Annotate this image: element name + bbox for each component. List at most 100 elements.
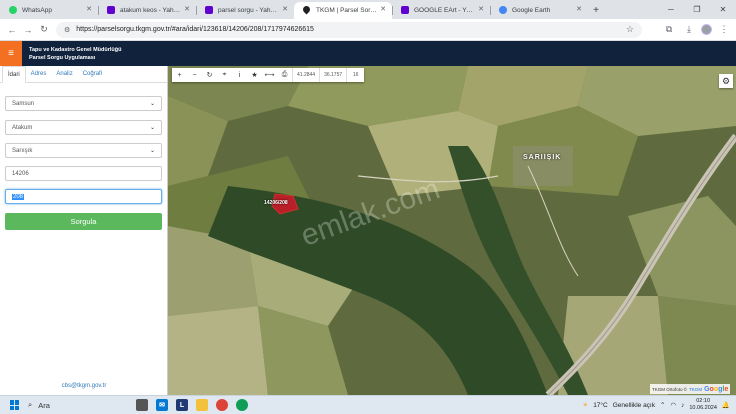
map-pin-icon [301, 4, 312, 15]
locate-icon[interactable]: ⌖ [217, 71, 232, 79]
place-label: SARIIŞIK [523, 154, 562, 161]
satellite-map[interactable]: emlak.com 14206/208 SARIIŞIK [168, 66, 736, 395]
chrome-icon[interactable] [216, 399, 228, 411]
map-imagery [168, 66, 736, 395]
ilce-select[interactable]: Atakum ⌄ [5, 120, 162, 135]
query-tabs: İdari Adres Analiz Coğrafi [0, 66, 167, 83]
wifi-icon[interactable]: ◠ [670, 401, 676, 409]
tab-label: atakum keos - Yahoo Türkiye [120, 7, 182, 14]
window-controls: ─ ❐ ✕ [658, 0, 736, 19]
browser-tab-google-earth[interactable]: Google Earth ✕ [490, 2, 588, 19]
attribution-text: TKGM Ortofoto © [652, 386, 688, 392]
ada-value: 14206 [12, 170, 29, 177]
sorgula-button[interactable]: Sorgula [5, 213, 162, 230]
browser-tab-yahoo-parsel[interactable]: parsel sorgu - Yahoo Türkiye ✕ [196, 2, 294, 19]
app-title-line1: Tapu ve Kadastro Genel Müdürlüğü [29, 46, 122, 53]
reload-icon[interactable]: ↻ [36, 22, 52, 38]
profile-avatar[interactable] [701, 24, 712, 35]
app-title-line2: Parsel Sorgu Uygulaması [29, 54, 96, 61]
app-l-icon[interactable]: L [176, 399, 188, 411]
extensions-icon[interactable]: ⧉ [661, 22, 677, 38]
temperature[interactable]: 17°C [593, 402, 608, 409]
maximize-icon[interactable]: ❐ [684, 0, 710, 19]
minimize-icon[interactable]: ─ [658, 0, 684, 19]
system-tray: ☀ 17°C Genellikle açık ⌃ ◠ ♪ 02:10 10.06… [582, 398, 736, 412]
close-icon[interactable]: ✕ [478, 5, 484, 13]
clock[interactable]: 02:10 10.06.2024 [689, 398, 717, 412]
address-bar[interactable]: ⚙ https://parselsorgu.tkgm.gov.tr/#ara/i… [56, 21, 642, 38]
parsel-value: 208 [12, 193, 25, 200]
app-header: ≡ Tapu ve Kadastro Genel Müdürlüğü Parse… [0, 41, 736, 66]
browser-tab-yahoo-atakum[interactable]: atakum keos - Yahoo Türkiye ✕ [98, 2, 196, 19]
chevron-up-icon[interactable]: ⌃ [660, 401, 665, 409]
google-logo: Google [704, 385, 729, 393]
tab-analiz[interactable]: Analiz [51, 66, 77, 82]
tab-adres[interactable]: Adres [26, 66, 52, 82]
browser-tab-strip: WhatsApp ✕ atakum keos - Yahoo Türkiye ✕… [0, 0, 736, 19]
map-attribution: TKGM Ortofoto © TKGM Google [650, 384, 731, 394]
contact-email-link[interactable]: cbs@tkgm.gov.tr [0, 383, 168, 389]
task-view-icon[interactable] [136, 399, 148, 411]
info-icon[interactable]: i [232, 72, 247, 79]
map-settings-gear-icon[interactable]: ⚙ [719, 74, 733, 88]
map-toolbar: + − ↻ ⌖ i ★ ⟷ ⎙ 41.2844 36.1757 16 [172, 68, 365, 82]
tab-label: TKGM | Parsel Sorgu Uygulaması [316, 7, 378, 14]
taskbar-search[interactable]: ⌕ Ara [28, 398, 128, 412]
browser-tab-tkgm[interactable]: TKGM | Parsel Sorgu Uygulaması ✕ [294, 2, 392, 19]
tab-label: GOOGLE EArt - Yahoo Türkiye [414, 7, 476, 14]
mail-icon[interactable]: ✉ [156, 399, 168, 411]
yahoo-icon [205, 6, 213, 14]
site-info-icon[interactable]: ⚙ [64, 26, 70, 34]
refresh-icon[interactable]: ↻ [202, 71, 217, 79]
date: 10.06.2024 [689, 405, 717, 411]
whatsapp-icon [9, 6, 17, 14]
tab-label: Google Earth [512, 7, 551, 14]
hamburger-menu-icon[interactable]: ≡ [0, 41, 22, 66]
search-label: Ara [38, 400, 50, 410]
notification-bell-icon[interactable]: 🔔 [722, 401, 730, 409]
tab-idari[interactable]: İdari [2, 66, 26, 83]
ada-input[interactable]: 14206 [5, 166, 162, 181]
volume-icon[interactable]: ♪ [681, 402, 684, 409]
search-icon: ⌕ [28, 400, 33, 409]
browser-toolbar: ← → ↻ ⚙ https://parselsorgu.tkgm.gov.tr/… [0, 19, 736, 41]
windows-taskbar: ⌕ Ara ✉ L ☀ 17°C Genellikle açık ⌃ ◠ ♪ 0… [0, 395, 736, 414]
tab-label: WhatsApp [22, 7, 52, 14]
yahoo-icon [107, 6, 115, 14]
tab-cografi[interactable]: Coğrafi [78, 66, 107, 82]
url-text: https://parselsorgu.tkgm.gov.tr/#ara/ida… [76, 26, 314, 33]
download-icon[interactable]: ⤓ [681, 22, 697, 38]
close-icon[interactable]: ✕ [380, 5, 386, 13]
zoom-out-icon[interactable]: − [187, 72, 202, 79]
file-explorer-icon[interactable] [196, 399, 208, 411]
il-select[interactable]: Samsun ⌄ [5, 96, 162, 111]
new-tab-button[interactable]: + [588, 2, 604, 19]
back-arrow-icon[interactable]: ← [4, 22, 20, 38]
windows-start-icon[interactable] [10, 400, 20, 410]
forward-arrow-icon[interactable]: → [20, 22, 36, 38]
close-icon[interactable]: ✕ [184, 5, 190, 13]
favorite-star-icon[interactable]: ★ [247, 71, 262, 79]
browser-tab-yahoo-earth[interactable]: GOOGLE EArt - Yahoo Türkiye ✕ [392, 2, 490, 19]
il-value: Samsun [12, 100, 35, 107]
parsel-input[interactable]: 208 [5, 189, 162, 204]
tab-label: parsel sorgu - Yahoo Türkiye [218, 7, 280, 14]
close-icon[interactable]: ✕ [576, 5, 582, 13]
attribution-brand: TKGM [689, 386, 703, 392]
print-icon[interactable]: ⎙ [277, 71, 292, 79]
chevron-down-icon: ⌄ [149, 148, 155, 154]
close-window-icon[interactable]: ✕ [710, 0, 736, 19]
edge-icon[interactable] [236, 399, 248, 411]
measure-icon[interactable]: ⟷ [262, 71, 277, 79]
zoom-in-icon[interactable]: + [172, 72, 187, 79]
weather-text[interactable]: Genellikle açık [613, 402, 655, 409]
close-icon[interactable]: ✕ [86, 5, 92, 13]
bookmark-star-icon[interactable]: ☆ [626, 24, 634, 35]
menu-kebab-icon[interactable]: ⋮ [716, 22, 732, 38]
mahalle-value: Sarıışık [12, 147, 33, 154]
mahalle-select[interactable]: Sarıışık ⌄ [5, 143, 162, 158]
close-icon[interactable]: ✕ [282, 5, 288, 13]
browser-tab-whatsapp[interactable]: WhatsApp ✕ [0, 2, 98, 19]
parcel-label: 14206/208 [264, 200, 288, 206]
chevron-down-icon: ⌄ [149, 125, 155, 131]
